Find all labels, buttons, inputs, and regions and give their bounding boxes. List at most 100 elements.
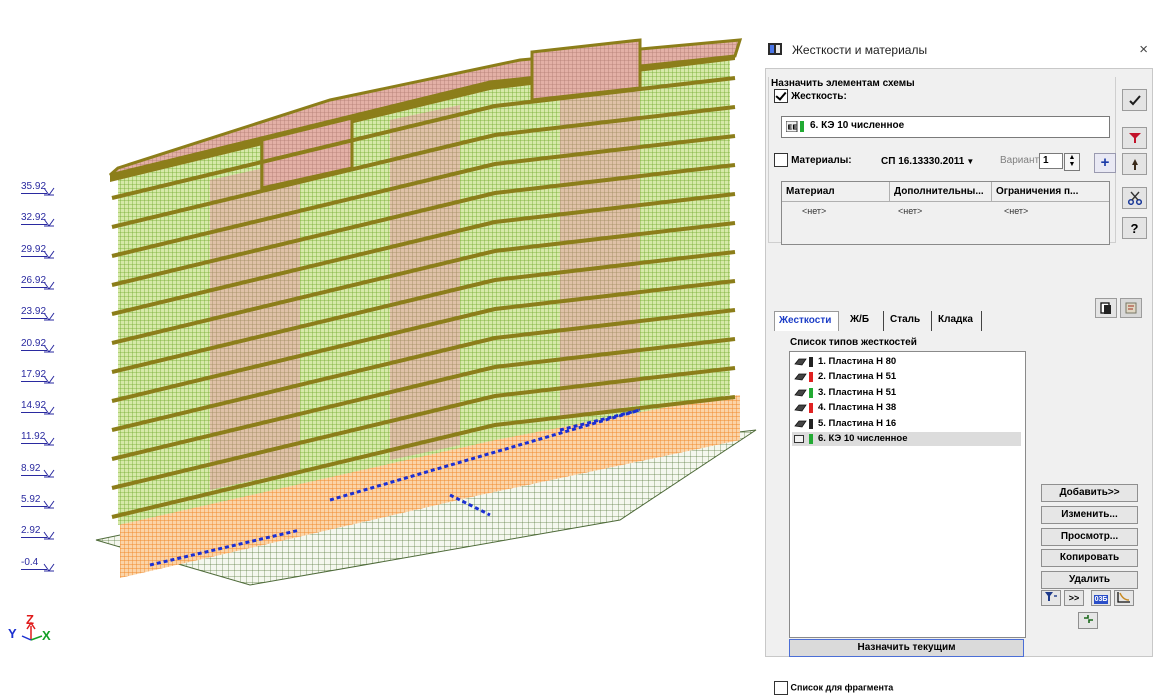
cut-button[interactable] (1122, 187, 1147, 209)
table-cell: <нет> (1004, 206, 1029, 216)
current-stiffness-field[interactable]: ЕЕ 6. КЭ 10 численное (781, 116, 1110, 138)
level-mark: 11.92 (21, 431, 61, 446)
stiffness-type-label: 3. Пластина H 51 (818, 386, 897, 398)
materials-standard-value: СП 16.13330.2011 (881, 156, 965, 167)
stiffness-checkbox[interactable] (774, 89, 788, 103)
table-header[interactable]: Ограничения п... (992, 182, 1109, 202)
stiffness-type-item[interactable]: 1. Пластина H 80 (792, 355, 1021, 369)
materials-label: Материалы: (791, 154, 852, 166)
stiffness-row: Жесткость: (774, 89, 847, 103)
materials-standard-select[interactable]: СП 16.13330.2011 ▼ (881, 155, 974, 167)
type-color-swatch (809, 357, 813, 367)
help-button[interactable]: ? (1122, 217, 1147, 239)
assign-current-button[interactable]: Назначить текущим (789, 639, 1024, 657)
dialog-title: Жесткости и материалы (792, 43, 928, 57)
tab-steel[interactable]: Сталь (886, 311, 932, 331)
filter-arrow-icon (1045, 592, 1057, 601)
filter-button[interactable] (1122, 127, 1147, 149)
tag-button[interactable]: 03Б (1091, 590, 1111, 606)
level-mark: 23.92 (21, 306, 61, 321)
stiffness-type-item[interactable]: 2. Пластина H 51 (792, 370, 1021, 384)
level-arrow-icon (43, 219, 55, 227)
tab-reinforced-concrete[interactable]: Ж/Б (846, 311, 884, 331)
fragment-checkbox[interactable] (774, 681, 788, 695)
stiffness-type-item[interactable]: 5. Пластина H 16 (792, 417, 1021, 431)
level-arrow-icon (43, 187, 55, 196)
axis-arrows-icon (21, 621, 43, 641)
wall-panel (210, 160, 300, 490)
close-button[interactable]: × (1139, 41, 1148, 58)
level-mark: -0.4 (21, 557, 61, 572)
stiffness-type-label: 5. Пластина H 16 (818, 417, 897, 429)
materials-checkbox[interactable] (774, 153, 788, 167)
variant-input[interactable]: 1 (1039, 153, 1063, 169)
level-arrow-icon (43, 375, 55, 384)
materials-table[interactable]: Материал Дополнительны... Ограничения п.… (781, 181, 1110, 245)
refresh-arrows-icon (1083, 615, 1093, 623)
plate-icon (794, 420, 807, 428)
level-mark: 5.92 (21, 494, 61, 509)
level-mark: 32.92 (21, 212, 61, 227)
level-mark: 29.92 (21, 244, 61, 259)
model-viewport[interactable]: 35.92 32.92 29.92 26.92 23.92 20.92 17.92 14.92… (0, 0, 760, 655)
level-arrow-icon (43, 406, 55, 415)
copy-stiffness-button[interactable] (1095, 298, 1117, 318)
stiffness-type-item[interactable]: 3. Пластина H 51 (792, 386, 1021, 400)
variant-spinner[interactable]: ▲ ▼ (1064, 153, 1080, 171)
plate-icon (794, 404, 807, 412)
axis-y-label: Y (8, 626, 17, 641)
tab-stiffness[interactable]: Жесткости (774, 311, 839, 331)
refresh-button[interactable] (1078, 612, 1098, 629)
level-arrow-icon (43, 563, 55, 572)
stiffness-type-item[interactable]: 4. Пластина H 38 (792, 401, 1021, 415)
plate-icon (794, 373, 807, 381)
dialog-body: Назначить элементам схемы Жесткость: ЕЕ … (765, 68, 1153, 695)
view-button[interactable]: Просмотр... (1041, 528, 1138, 546)
edit-button[interactable]: Изменить... (1041, 506, 1138, 524)
level-arrow-icon (43, 532, 55, 540)
plate-icon (794, 389, 807, 397)
level-mark: 35.92 (21, 181, 61, 196)
filter-icon (1128, 133, 1141, 143)
building-model[interactable] (0, 0, 760, 655)
svg-text:ЕЕ: ЕЕ (788, 124, 798, 132)
filter-type-button[interactable] (1041, 590, 1061, 606)
type-color-swatch (809, 372, 813, 383)
add-material-button[interactable]: + (1094, 153, 1116, 173)
table-header[interactable]: Дополнительны... (890, 182, 992, 202)
expand-button[interactable]: >> (1064, 590, 1084, 606)
delete-button[interactable]: Удалить (1041, 571, 1138, 589)
stiffness-type-item[interactable]: 6. КЭ 10 численное (792, 432, 1021, 446)
stiffness-type-list[interactable]: 1. Пластина H 80 2. Пластина H 51 3. Пласт… (789, 351, 1026, 638)
library-button[interactable] (1120, 298, 1142, 318)
apply-button[interactable] (1122, 89, 1147, 111)
stiffness-type-label: 2. Пластина H 51 (818, 371, 897, 383)
chart-button[interactable] (1114, 590, 1134, 606)
copy-button[interactable]: Копировать (1041, 549, 1138, 567)
help-icon: ? (1130, 220, 1139, 236)
fe-stiffness-icon: ЕЕ (786, 121, 804, 132)
type-color-swatch (809, 434, 813, 444)
pointer-button[interactable] (1122, 153, 1147, 175)
level-arrow-icon (43, 312, 55, 321)
assign-group-label: Назначить элементам схемы (771, 78, 918, 89)
tab-masonry[interactable]: Кладка (934, 311, 982, 331)
stiffness-materials-dialog: Жесткости и материалы × Назначить элемен… (758, 30, 1156, 695)
document-copy-icon (1100, 301, 1111, 314)
stiffness-label: Жесткость: (791, 90, 847, 102)
type-color-swatch (809, 418, 813, 429)
add-button[interactable]: Добавить>> (1041, 484, 1138, 502)
fragment-label: Список для фрагмента (790, 682, 894, 693)
fe-stiffness-icon (794, 435, 804, 443)
level-mark: 20.92 (21, 338, 61, 352)
level-arrow-icon (43, 469, 55, 478)
stiffness-type-label: 6. КЭ 10 численное (818, 433, 908, 444)
level-mark: 2.92 (21, 525, 61, 540)
level-arrow-icon (43, 344, 55, 352)
table-cell: <нет> (898, 206, 923, 216)
stiffness-type-label: 1. Пластина H 80 (818, 356, 897, 367)
dialog-title-bar[interactable]: Жесткости и материалы × (758, 40, 1156, 62)
dropdown-arrow-icon: ▼ (966, 157, 975, 166)
level-mark: 14.92 (21, 400, 61, 415)
table-header[interactable]: Материал (782, 182, 890, 202)
